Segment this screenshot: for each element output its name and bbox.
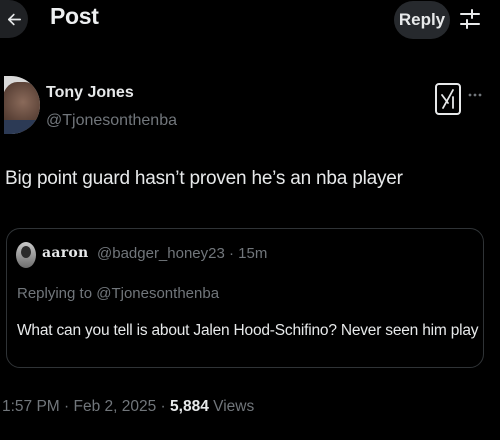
- avatar[interactable]: [4, 76, 40, 134]
- post-timestamp[interactable]: 1:57 PM · Feb 2, 2025: [2, 398, 156, 415]
- quoted-author-name[interactable]: aaron: [42, 245, 89, 261]
- grok-icon[interactable]: [435, 83, 461, 115]
- replying-to-label: Replying to: [17, 285, 93, 302]
- quoted-post-text: What can you tell is about Jalen Hood-Sc…: [17, 322, 479, 339]
- replying-to: Replying to @Tjonesonthenba: [17, 285, 219, 302]
- post-text: Big point guard hasn’t proven he’s an nb…: [5, 168, 403, 189]
- avatar-shirt: [4, 120, 40, 134]
- views-count: 5,884: [170, 398, 209, 415]
- top-bar: Post Reply: [0, 0, 500, 44]
- quoted-avatar[interactable]: [16, 242, 36, 268]
- quoted-post[interactable]: aaron @badger_honey23 · 15m Replying to …: [6, 228, 484, 368]
- meta-separator: ·: [160, 398, 166, 415]
- sliders-icon[interactable]: [457, 6, 483, 32]
- post-meta: 1:57 PM · Feb 2, 2025 · 5,884 Views: [2, 398, 254, 416]
- author-name[interactable]: Tony Jones: [46, 84, 134, 102]
- author-handle[interactable]: @Tjonesonthenba: [46, 112, 177, 130]
- post-author: Tony Jones @Tjonesonthenba: [0, 70, 500, 140]
- views-label: Views: [213, 398, 255, 415]
- page-title: Post: [50, 3, 99, 29]
- quoted-author-handle[interactable]: @badger_honey23 · 15m: [97, 245, 267, 262]
- more-horizontal-icon[interactable]: [468, 92, 482, 98]
- reply-button[interactable]: Reply: [394, 1, 450, 39]
- arrow-left-icon: [7, 13, 21, 25]
- replying-to-handle[interactable]: @Tjonesonthenba: [96, 285, 219, 302]
- back-button[interactable]: [0, 0, 28, 38]
